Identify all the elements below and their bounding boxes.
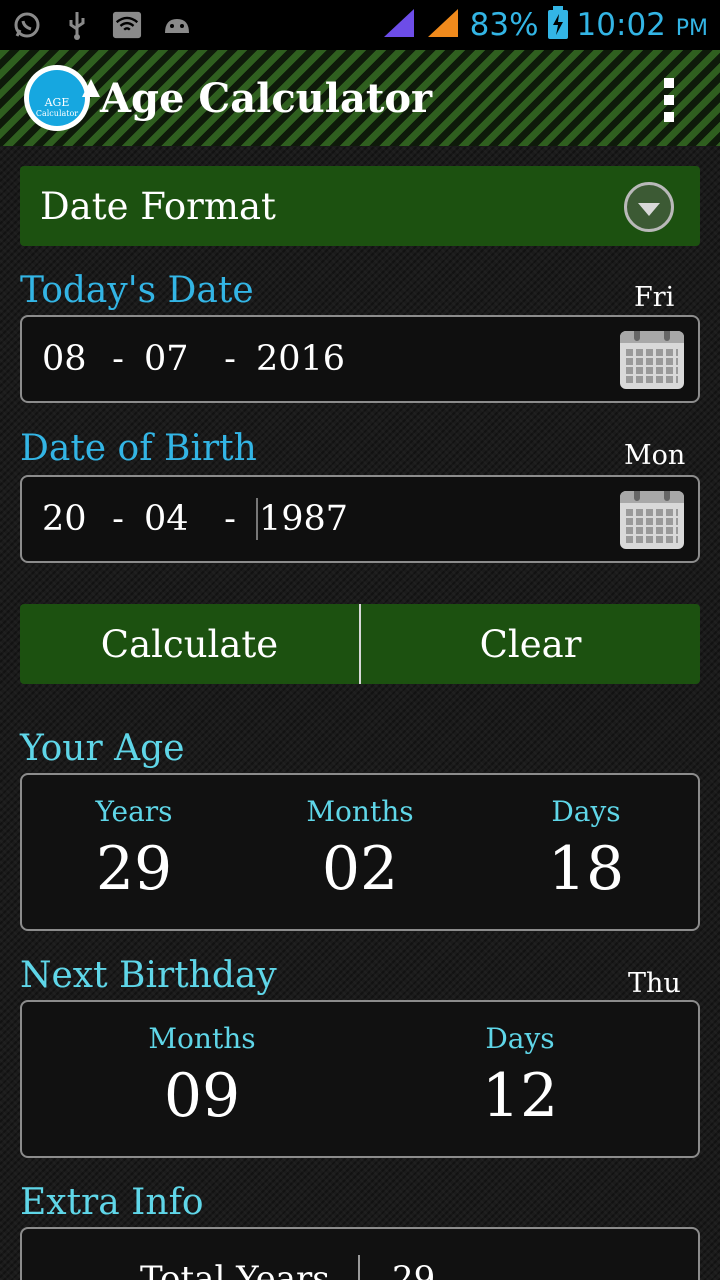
action-buttons: Calculate Clear [20,604,700,684]
clock: 10:02 PM [576,7,708,43]
extra-info-divider [358,1255,360,1280]
status-bar: 83% 10:02 PM [0,0,720,50]
your-age-label: Your Age [20,728,185,769]
clear-button[interactable]: Clear [361,604,700,684]
calculate-button[interactable]: Calculate [20,604,359,684]
todays-date-year[interactable]: 2016 [256,339,345,379]
months-label: Months [148,1022,256,1055]
signal-icon [426,7,462,43]
age-months: Months 02 [288,795,432,904]
overflow-menu-icon[interactable] [664,78,674,122]
todays-date-day[interactable]: 08 [42,339,92,379]
wifi-icon [112,10,142,40]
todays-date-weekday: Fri [634,282,675,313]
total-years-value: 29 [392,1259,436,1280]
next-birthday-label: Next Birthday [20,955,277,996]
app-bar: AGE Calculator Age Calculator [0,50,720,146]
signal-icon [382,7,418,43]
app-title: Age Calculator [100,74,433,122]
android-icon [162,10,192,40]
todays-date-month[interactable]: 07 [144,339,204,379]
chevron-down-icon[interactable] [624,182,674,232]
date-separator: - [224,339,236,379]
days-label: Days [485,1022,555,1055]
years-label: Years [95,795,173,828]
total-years-label: Total Years [140,1259,330,1280]
days-label: Days [551,795,621,828]
next-birthday-weekday: Thu [628,968,681,999]
next-birthday-card: Months 09 Days 12 [20,1000,700,1158]
whatsapp-icon [12,10,42,40]
todays-date-label: Today's Date [20,270,254,311]
next-birthday-months: Months 09 [130,1022,274,1131]
days-value: 12 [481,1061,559,1131]
usb-icon [62,10,92,40]
months-label: Months [306,795,414,828]
battery-charging-icon [547,6,569,44]
next-birthday-days: Days 12 [460,1022,580,1131]
battery-percent: 83% [469,7,539,43]
age-years: Years 29 [74,795,194,904]
date-of-birth-month[interactable]: 04 [144,499,204,539]
months-value: 09 [163,1061,241,1131]
date-of-birth-weekday: Mon [624,440,686,471]
date-separator: - [112,499,124,539]
date-format-label: Date Format [40,184,276,228]
date-of-birth-field[interactable]: 20 - 04 - 1987 [20,475,700,563]
text-cursor [256,498,258,540]
extra-info-label: Extra Info [20,1182,204,1223]
months-value: 02 [321,834,399,904]
date-of-birth-day[interactable]: 20 [42,499,92,539]
date-format-dropdown[interactable]: Date Format [20,166,700,246]
date-separator: - [224,499,236,539]
extra-info-card: Total Years 29 [20,1227,700,1280]
date-separator: - [112,339,124,379]
your-age-card: Years 29 Months 02 Days 18 [20,773,700,931]
calendar-icon[interactable] [620,491,684,549]
days-value: 18 [547,834,625,904]
app-logo: AGE Calculator [24,65,100,131]
date-of-birth-year[interactable]: 1987 [259,499,348,539]
years-value: 29 [95,834,173,904]
date-of-birth-label: Date of Birth [20,428,257,469]
todays-date-field[interactable]: 08 - 07 - 2016 [20,315,700,403]
age-days: Days 18 [526,795,646,904]
calendar-icon[interactable] [620,331,684,389]
